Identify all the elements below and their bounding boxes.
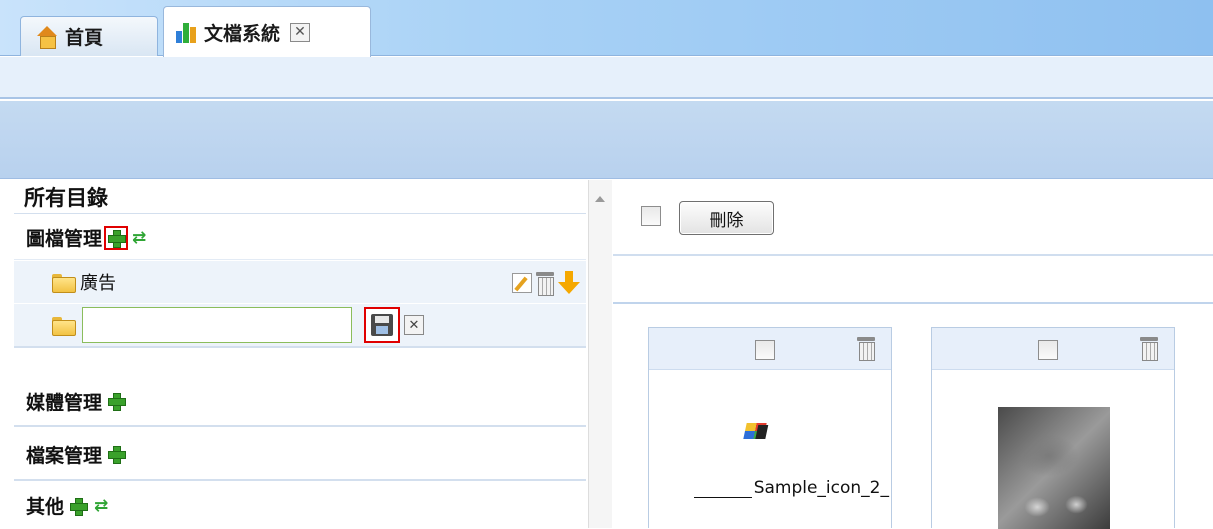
category-label: 圖檔管理 [26, 228, 103, 250]
new-folder-row: ✕ [14, 304, 586, 348]
chart-icon [176, 21, 198, 43]
file-card-header [932, 328, 1174, 370]
move-down-icon[interactable] [558, 271, 580, 295]
select-all-checkbox[interactable] [641, 206, 661, 226]
category-file-management[interactable]: 檔案管理 [14, 429, 586, 481]
panel-title: 所有目錄 [14, 180, 586, 214]
cancel-button[interactable]: ✕ [404, 315, 424, 335]
category-label: 其他 [26, 496, 65, 518]
folder-icon [52, 316, 76, 336]
directory-panel: 所有目錄 圖檔管理 ⇄ 廣告 ✕ 媒體管理 檔案管理 其他 ⇄ [14, 180, 586, 528]
save-icon [371, 314, 393, 336]
tab-home[interactable]: 首頁 [20, 16, 158, 56]
trash-icon[interactable] [1140, 337, 1158, 361]
add-folder-icon[interactable] [108, 393, 127, 411]
file-thumbnail-icon[interactable] [743, 423, 767, 439]
shuffle-icon[interactable]: ⇄ [94, 496, 108, 516]
file-panel: 刪除 Sample_icon_2_ [613, 180, 1213, 529]
file-subtoolbar [613, 258, 1213, 304]
caption-underline [693, 497, 752, 498]
file-card-header [649, 328, 891, 370]
folder-item-ad[interactable]: 廣告 [14, 261, 586, 303]
header-band [0, 101, 1213, 179]
file-caption: Sample_icon_2_ [649, 478, 893, 498]
vertical-scrollbar[interactable] [588, 180, 612, 528]
scroll-up-icon[interactable] [595, 196, 605, 202]
file-card[interactable]: Sample_icon_2_ [648, 327, 892, 528]
tab-home-label: 首頁 [65, 27, 104, 49]
tab-bar: 首頁 文檔系統 ✕ [0, 0, 1213, 57]
toolbar-band [0, 57, 1213, 99]
file-name: Sample_icon_2_ [753, 478, 889, 498]
file-card[interactable] [931, 327, 1175, 529]
trash-icon[interactable] [857, 337, 875, 361]
edit-icon[interactable] [512, 273, 532, 293]
close-icon[interactable]: ✕ [290, 22, 311, 42]
add-folder-icon[interactable] [104, 225, 129, 250]
tab-document-system[interactable]: 文檔系統 ✕ [163, 6, 371, 57]
tab-document-system-label: 文檔系統 [204, 22, 281, 45]
trash-icon[interactable] [536, 272, 554, 296]
file-checkbox[interactable] [755, 340, 775, 360]
folder-name-input[interactable] [82, 307, 352, 343]
file-thumbnail-photo[interactable] [998, 407, 1110, 529]
category-other[interactable]: 其他 ⇄ [14, 483, 586, 528]
category-label: 檔案管理 [26, 444, 103, 467]
file-toolbar: 刪除 [613, 180, 1213, 256]
delete-button[interactable]: 刪除 [679, 201, 774, 235]
file-checkbox[interactable] [1038, 340, 1058, 360]
save-button[interactable] [364, 307, 400, 343]
shuffle-icon[interactable]: ⇄ [132, 228, 146, 248]
category-image-management[interactable]: 圖檔管理 ⇄ [14, 216, 586, 260]
category-media-management[interactable]: 媒體管理 [14, 377, 586, 427]
folder-actions [512, 271, 580, 296]
home-icon [35, 25, 59, 49]
folder-icon [52, 273, 76, 293]
folder-label: 廣告 [80, 273, 116, 294]
add-folder-icon[interactable] [70, 497, 89, 516]
category-label: 媒體管理 [26, 391, 103, 414]
add-folder-icon[interactable] [108, 446, 127, 464]
